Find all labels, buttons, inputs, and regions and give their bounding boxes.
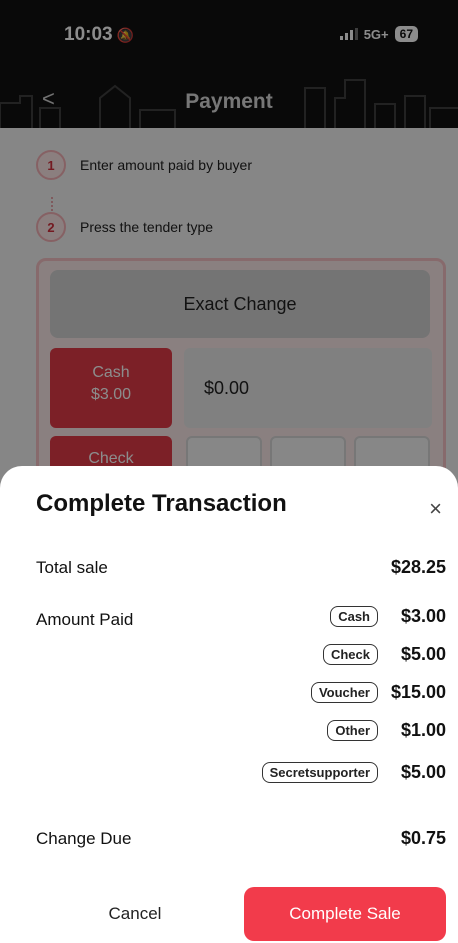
complete-sale-button[interactable]: Complete Sale [244, 887, 446, 941]
total-sale-label: Total sale [36, 558, 108, 577]
payment-amount: $1.00 [400, 720, 446, 740]
payment-row-check: Check $5.00 [322, 644, 446, 665]
tender-pill: Other [327, 720, 378, 741]
payment-amount: $5.00 [400, 762, 446, 782]
payment-row-cash: Cash $3.00 [330, 606, 446, 627]
cancel-button[interactable]: Cancel [60, 894, 210, 934]
tender-pill: Cash [330, 606, 378, 627]
change-due-label: Change Due [36, 829, 132, 848]
payment-row-other: Other $1.00 [327, 720, 446, 741]
payment-row-secretsupporter: Secretsupporter $5.00 [261, 762, 446, 783]
amount-paid-label: Amount Paid [36, 610, 134, 629]
change-due-value: $0.75 [400, 828, 446, 848]
payment-amount: $3.00 [400, 606, 446, 626]
total-sale-value: $28.25 [390, 557, 446, 577]
close-icon[interactable]: × [429, 496, 442, 522]
tender-pill: Secretsupporter [261, 762, 378, 783]
payment-row-voucher: Voucher $15.00 [310, 682, 446, 703]
tender-pill: Voucher [310, 682, 378, 703]
tender-pill: Check [322, 644, 378, 665]
complete-transaction-sheet: Complete Transaction × Total sale $28.25… [0, 466, 458, 943]
payment-amount: $5.00 [400, 644, 446, 664]
payment-amount: $15.00 [390, 682, 446, 702]
sheet-title: Complete Transaction [36, 490, 287, 517]
